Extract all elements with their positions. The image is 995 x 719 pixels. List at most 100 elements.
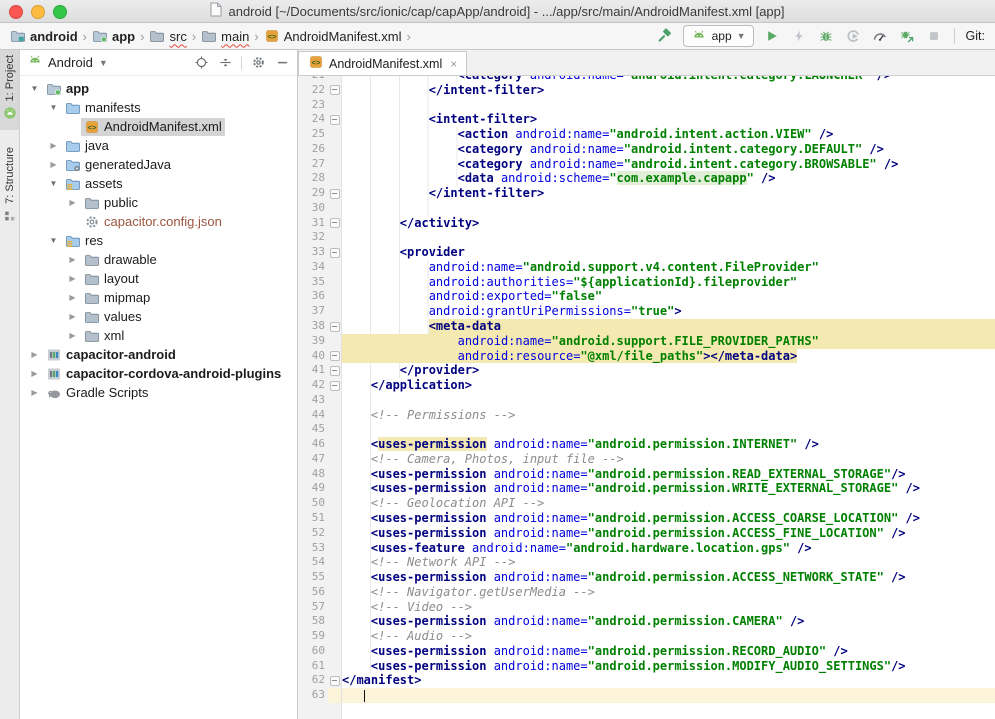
tree-item-mipmap[interactable]: ▶mipmap (20, 288, 297, 307)
code-line-35[interactable]: 35android:authorities="${applicationId}.… (298, 275, 995, 290)
tree-item-values[interactable]: ▶values (20, 307, 297, 326)
tree-chevron-right-icon[interactable]: ▶ (64, 255, 81, 264)
tree-item-capacitor-cordova-android-plugins[interactable]: ▶capacitor-cordova-android-plugins (20, 364, 297, 383)
stop-button[interactable] (925, 27, 943, 45)
tree-chevron-right-icon[interactable]: ▶ (45, 160, 62, 169)
tree-chevron-right-icon[interactable]: ▶ (64, 331, 81, 340)
code-line-43[interactable]: 43 (298, 393, 995, 408)
tree-item-assets[interactable]: ▼assets (20, 174, 297, 193)
code-line-21[interactable]: 21<category android:name="android.intent… (298, 76, 995, 83)
code-line-54[interactable]: 54<!-- Network API --> (298, 555, 995, 570)
breadcrumb-item-androidmanifest-xml[interactable]: <>AndroidManifest.xml (264, 28, 402, 44)
code-line-38[interactable]: 38<meta-data (298, 319, 995, 334)
code-line-27[interactable]: 27<category android:name="android.intent… (298, 157, 995, 172)
breadcrumb-item-src[interactable]: src (149, 28, 186, 44)
code-line-45[interactable]: 45 (298, 422, 995, 437)
tree-item-xml[interactable]: ▶xml (20, 326, 297, 345)
code-line-41[interactable]: 41</provider> (298, 363, 995, 378)
tree-item-drawable[interactable]: ▶drawable (20, 250, 297, 269)
tree-chevron-right-icon[interactable]: ▶ (45, 141, 62, 150)
fold-marker-icon[interactable] (328, 112, 342, 127)
code-line-42[interactable]: 42</application> (298, 378, 995, 393)
tree-item-manifests[interactable]: ▼manifests (20, 98, 297, 117)
run-button[interactable] (763, 27, 781, 45)
gear-icon[interactable] (250, 55, 266, 71)
code-line-46[interactable]: 46<uses-permission android:name="android… (298, 437, 995, 452)
git-label[interactable]: Git: (966, 29, 985, 43)
hide-panel-button[interactable] (274, 55, 290, 71)
code-line-23[interactable]: 23 (298, 98, 995, 113)
code-line-62[interactable]: 62</manifest> (298, 673, 995, 688)
apply-changes-button[interactable] (790, 27, 808, 45)
code-line-24[interactable]: 24<intent-filter> (298, 112, 995, 127)
tree-item-generatedjava[interactable]: ▶generatedJava (20, 155, 297, 174)
code-line-55[interactable]: 55<uses-permission android:name="android… (298, 570, 995, 585)
tree-item-res[interactable]: ▼res (20, 231, 297, 250)
code-line-52[interactable]: 52<uses-permission android:name="android… (298, 526, 995, 541)
build-hammer-button[interactable] (656, 27, 674, 45)
fold-marker-icon[interactable] (328, 673, 342, 688)
tree-item-gradle-scripts[interactable]: ▶Gradle Scripts (20, 383, 297, 402)
minimize-window-button[interactable] (31, 5, 45, 19)
attach-debugger-button[interactable] (898, 27, 916, 45)
code-line-60[interactable]: 60<uses-permission android:name="android… (298, 644, 995, 659)
code-editor[interactable]: 21<category android:name="android.intent… (298, 76, 995, 719)
code-line-36[interactable]: 36android:exported="false" (298, 289, 995, 304)
tree-chevron-right-icon[interactable]: ▶ (26, 350, 43, 359)
code-line-28[interactable]: 28<data android:scheme="com.example.capa… (298, 171, 995, 186)
tree-item-app[interactable]: ▼app (20, 79, 297, 98)
zoom-window-button[interactable] (53, 5, 67, 19)
tree-item-layout[interactable]: ▶layout (20, 269, 297, 288)
code-line-63[interactable]: 63 (298, 688, 995, 703)
code-line-44[interactable]: 44<!-- Permissions --> (298, 408, 995, 423)
fold-marker-icon[interactable] (328, 378, 342, 393)
fold-marker-icon[interactable] (328, 349, 342, 364)
code-line-25[interactable]: 25<action android:name="android.intent.a… (298, 127, 995, 142)
tree-item-androidmanifest-xml[interactable]: <>AndroidManifest.xml (20, 117, 297, 136)
code-line-29[interactable]: 29</intent-filter> (298, 186, 995, 201)
fold-marker-icon[interactable] (328, 186, 342, 201)
tree-chevron-right-icon[interactable]: ▶ (64, 293, 81, 302)
tree-chevron-right-icon[interactable]: ▶ (64, 198, 81, 207)
tree-chevron-right-icon[interactable]: ▶ (64, 312, 81, 321)
editor-tab-androidmanifest[interactable]: <> AndroidManifest.xml × (298, 51, 467, 75)
run-with-coverage-button[interactable] (844, 27, 862, 45)
tool-button-structure[interactable]: 7: Structure (0, 142, 19, 233)
tool-button-project[interactable]: 1: Project (0, 50, 19, 130)
close-window-button[interactable] (9, 5, 23, 19)
run-configuration-select[interactable]: app ▼ (683, 25, 754, 47)
code-line-33[interactable]: 33<provider (298, 245, 995, 260)
profiler-button[interactable] (871, 27, 889, 45)
tree-chevron-right-icon[interactable]: ▶ (26, 369, 43, 378)
debug-button[interactable] (817, 27, 835, 45)
code-line-48[interactable]: 48<uses-permission android:name="android… (298, 467, 995, 482)
tree-item-capacitor-config-json[interactable]: capacitor.config.json (20, 212, 297, 231)
code-line-61[interactable]: 61<uses-permission android:name="android… (298, 659, 995, 674)
code-line-49[interactable]: 49<uses-permission android:name="android… (298, 481, 995, 496)
fold-marker-icon[interactable] (328, 319, 342, 334)
tree-chevron-down-icon[interactable]: ▼ (45, 103, 62, 112)
tree-chevron-down-icon[interactable]: ▼ (26, 84, 43, 93)
tree-chevron-down-icon[interactable]: ▼ (45, 179, 62, 188)
project-view-select[interactable]: Android (48, 55, 93, 70)
code-line-37[interactable]: 37android:grantUriPermissions="true"> (298, 304, 995, 319)
tree-item-public[interactable]: ▶public (20, 193, 297, 212)
code-line-56[interactable]: 56<!-- Navigator.getUserMedia --> (298, 585, 995, 600)
tree-item-capacitor-android[interactable]: ▶capacitor-android (20, 345, 297, 364)
fold-marker-icon[interactable] (328, 83, 342, 98)
code-line-39[interactable]: 39android:name="android.support.FILE_PRO… (298, 334, 995, 349)
code-line-40[interactable]: 40android:resource="@xml/file_paths"></m… (298, 349, 995, 364)
tree-chevron-right-icon[interactable]: ▶ (26, 388, 43, 397)
locate-file-button[interactable] (193, 55, 209, 71)
code-line-31[interactable]: 31</activity> (298, 216, 995, 231)
code-line-26[interactable]: 26<category android:name="android.intent… (298, 142, 995, 157)
code-line-57[interactable]: 57<!-- Video --> (298, 600, 995, 615)
code-line-58[interactable]: 58<uses-permission android:name="android… (298, 614, 995, 629)
code-line-32[interactable]: 32 (298, 230, 995, 245)
fold-marker-icon[interactable] (328, 363, 342, 378)
tree-item-java[interactable]: ▶java (20, 136, 297, 155)
code-line-59[interactable]: 59<!-- Audio --> (298, 629, 995, 644)
breadcrumb-item-app[interactable]: app (92, 28, 135, 44)
breadcrumb-item-main[interactable]: main (201, 28, 249, 44)
code-line-22[interactable]: 22</intent-filter> (298, 83, 995, 98)
